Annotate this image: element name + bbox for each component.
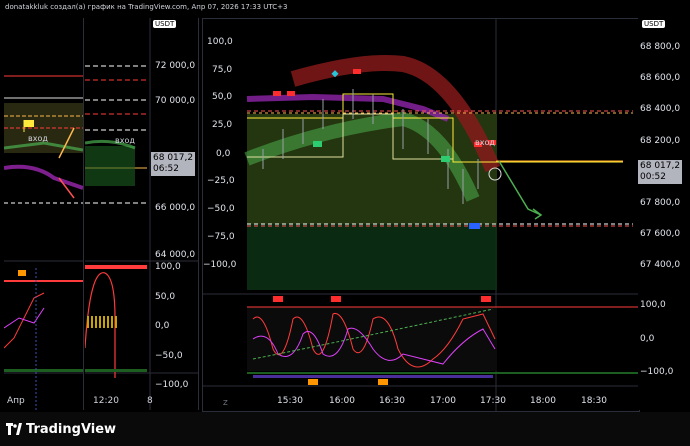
footer: TradingView xyxy=(0,412,690,446)
panel2-current-price-tag: 68 017,2 06:52 xyxy=(151,152,196,176)
time-1730: 17:30 xyxy=(480,396,506,406)
time-1530: 15:30 xyxy=(277,396,303,406)
panel2-osc-neg100: −100,0 xyxy=(155,380,189,390)
main-right-678: 67 800,0 xyxy=(640,198,681,208)
main-right-684: 68 400,0 xyxy=(640,104,681,114)
panel1-time-label: Апр xyxy=(7,396,25,406)
main-plot xyxy=(203,19,639,411)
chart-header: donatakkluk создал(а) график на TradingV… xyxy=(0,0,690,16)
main-price-axis[interactable]: USDT 68 800,0 68 600,0 68 400,0 68 200,0… xyxy=(638,18,690,410)
chart-panel-1[interactable]: вход Апр xyxy=(4,18,84,410)
main-current-price-tag: 68 017,2 00:52 xyxy=(638,160,683,184)
chart-panel-2[interactable]: 72 000,0 70 000,0 68 017,2 06:52 66 000,… xyxy=(85,18,199,410)
time-1600: 16:00 xyxy=(329,396,355,406)
main-z-button[interactable]: Z xyxy=(223,399,228,407)
main-right-686: 68 600,0 xyxy=(640,73,681,83)
panel2-osc-100: 100,0 xyxy=(155,262,181,272)
main-currency-tag: USDT xyxy=(642,20,666,28)
main-left-neg100: −100,0 xyxy=(203,260,237,270)
chart-panel-main[interactable]: 100,0 75,0 50,0 25,0 0,0 −25,0 −50,0 −75… xyxy=(202,18,640,412)
header-title: donatakkluk создал(а) график на TradingV… xyxy=(5,3,288,11)
panel2-osc-50: 50,0 xyxy=(155,292,176,302)
main-osc-neg100: −100,0 xyxy=(640,367,674,377)
time-1830: 18:30 xyxy=(581,396,607,406)
tradingview-brand[interactable]: TradingView xyxy=(26,422,116,437)
main-left-50: 50,0 xyxy=(212,92,233,102)
main-right-682: 68 200,0 xyxy=(640,136,681,146)
time-1700: 17:00 xyxy=(430,396,456,406)
panel2-entry-label: вход xyxy=(115,136,135,145)
main-osc-100: 100,0 xyxy=(640,300,666,310)
panel2-countdown: 06:52 xyxy=(153,164,179,174)
main-left-neg50: −50,0 xyxy=(207,204,235,214)
panel2-time-label: 12:20 xyxy=(93,396,119,406)
panel2-price-4: 64 000,0 xyxy=(155,250,196,260)
main-right-676: 67 600,0 xyxy=(640,229,681,239)
panel2-price-1: 72 000,0 xyxy=(155,61,196,71)
main-countdown: 00:52 xyxy=(640,172,666,182)
main-entry-label: вход xyxy=(475,138,495,147)
main-left-0: 0,0 xyxy=(216,149,231,159)
main-left-neg75: −75,0 xyxy=(207,232,235,242)
panel2-price-2: 70 000,0 xyxy=(155,96,196,106)
main-left-25: 25,0 xyxy=(212,120,233,130)
main-left-100: 100,0 xyxy=(207,37,233,47)
main-right-688: 68 800,0 xyxy=(640,42,681,52)
panel2-edge-label: 8 xyxy=(147,396,153,406)
time-1630: 16:30 xyxy=(379,396,405,406)
panel2-osc-neg50: −50,0 xyxy=(155,351,183,361)
panel1-plot xyxy=(4,75,83,410)
panel2-price-3: 66 000,0 xyxy=(155,203,196,213)
time-1800: 18:00 xyxy=(530,396,556,406)
tradingview-logo-icon xyxy=(6,423,22,435)
panel2-currency-tag: USDT xyxy=(153,20,177,28)
main-left-75: 75,0 xyxy=(212,65,233,75)
main-left-neg25: −25,0 xyxy=(207,176,235,186)
main-osc-0: 0,0 xyxy=(640,334,655,344)
main-right-674: 67 400,0 xyxy=(640,260,681,270)
panel2-current-price: 68 017,2 xyxy=(153,153,194,163)
panel2-osc-0: 0,0 xyxy=(155,321,170,331)
panel1-entry-label: вход xyxy=(28,134,48,143)
main-current-price: 68 017,2 xyxy=(640,161,681,171)
